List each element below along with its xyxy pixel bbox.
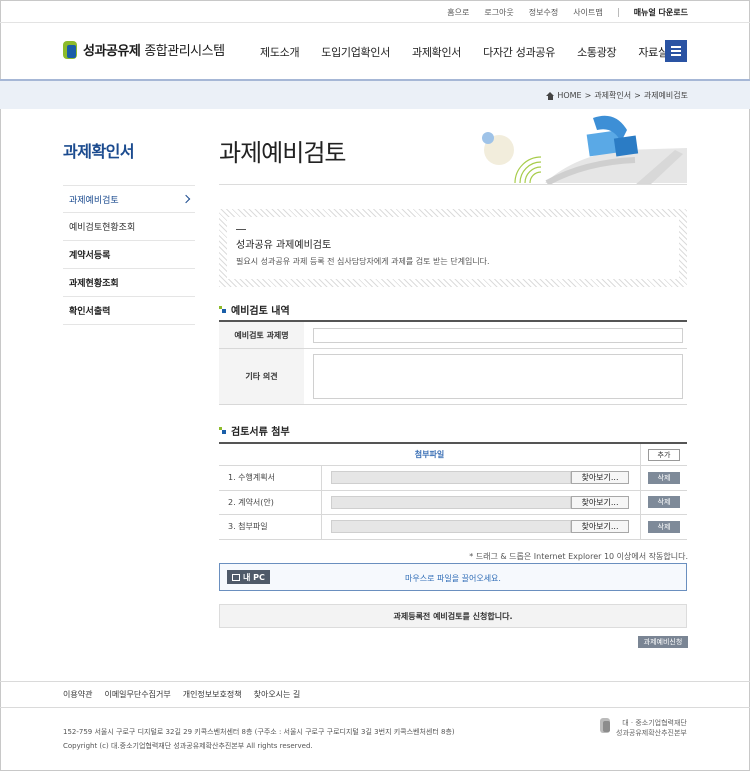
apply-pre-review-button[interactable]: 과제예비신청 xyxy=(638,636,688,648)
util-link-logout[interactable]: 로그아웃 xyxy=(484,7,513,18)
org-name-line2: 성과공유제확산추진본부 xyxy=(616,729,687,737)
nav-item-intro[interactable]: 제도소개 xyxy=(260,44,300,60)
breadcrumb-home[interactable]: HOME xyxy=(557,91,581,100)
logo-main-text: 성과공유제 xyxy=(83,44,141,59)
section-bullet-icon xyxy=(219,306,226,313)
footer-link-email-policy[interactable]: 이메일무단수집거부 xyxy=(104,689,170,700)
intro-box: 성과공유 과제예비검토 필요시 성과공유 과제 등록 전 심사담당자에게 과제를… xyxy=(219,209,687,287)
attachment-header-row: 첨부파일 추가 xyxy=(219,444,687,466)
footer-divider-bottom xyxy=(0,707,750,708)
intro-title: 성과공유 과제예비검토 xyxy=(236,240,332,251)
nav-item-company-cert[interactable]: 도입기업확인서 xyxy=(321,44,390,60)
field-label-comment: 기타 의견 xyxy=(219,349,304,404)
logo-icon xyxy=(63,40,79,59)
footer-links: 이용약관 이메일무단수집거부 개인정보보호정책 찾아오시는 길 xyxy=(63,689,300,700)
breadcrumb-separator: > xyxy=(584,91,592,100)
attachment-table: 첨부파일 추가 1. 수행계획서 찾아보기... 삭제 2. 계약서(안) 찾아… xyxy=(219,442,687,540)
breadcrumb-level1[interactable]: 과제확인서 xyxy=(594,90,631,101)
header-illustration xyxy=(482,115,687,185)
footer-link-privacy[interactable]: 개인정보보호정책 xyxy=(183,689,242,700)
sidebar-item-contract-register[interactable]: 계약서등록 xyxy=(63,241,195,269)
project-name-input[interactable] xyxy=(313,328,683,343)
file-path-field[interactable] xyxy=(331,495,571,509)
breadcrumb-level2[interactable]: 과제예비검토 xyxy=(644,90,688,101)
hamburger-icon xyxy=(671,46,681,48)
footer-link-directions[interactable]: 찾아오시는 길 xyxy=(254,689,301,700)
logo-sub-text: 종합관리시스템 xyxy=(144,44,225,59)
section-attach-header: 검토서류 첨부 xyxy=(219,423,290,438)
field-label-project-name: 예비검토 과제명 xyxy=(219,322,304,348)
attachment-label: 3. 첨부파일 xyxy=(219,515,322,539)
attachment-row: 2. 계약서(안) 찾아보기... 삭제 xyxy=(219,490,687,515)
delete-file-button[interactable]: 삭제 xyxy=(648,520,680,533)
sidebar-item-pre-review[interactable]: 과제예비검토 xyxy=(63,185,195,213)
util-link-sitemap[interactable]: 사이트맵 xyxy=(573,7,602,18)
attachment-header: 첨부파일 xyxy=(219,444,641,465)
nav-item-resources[interactable]: 자료실 xyxy=(638,44,668,60)
util-link-edit-info[interactable]: 정보수정 xyxy=(529,7,558,18)
intro-description: 필요시 성과공유 과제 등록 전 심사담당자에게 과제를 검토 받는 단계입니다… xyxy=(236,257,490,266)
browse-button[interactable]: 찾아보기... xyxy=(571,520,629,534)
sidebar-item-label: 확인서출력 xyxy=(69,307,111,317)
file-path-field[interactable] xyxy=(331,520,571,534)
breadcrumb-separator: > xyxy=(634,91,641,100)
apply-message-bar: 과제등록전 예비검토를 신청합니다. xyxy=(219,604,687,628)
sidebar: 과제예비검토 예비검토현황조회 계약서등록 과제현황조회 확인서출력 xyxy=(63,185,195,325)
attachment-label: 1. 수행계획서 xyxy=(219,466,322,490)
footer-copyright: Copyright (c) 대.중소기업협력재단 성과공유제확산추진본부 All… xyxy=(63,742,313,750)
intro-dash xyxy=(236,229,246,230)
page-title: 과제예비검토 xyxy=(219,139,346,167)
footer-link-terms[interactable]: 이용약관 xyxy=(63,689,92,700)
nav-item-multilateral[interactable]: 다자간 성과공유 xyxy=(483,44,555,60)
sidebar-item-label: 과제현황조회 xyxy=(69,279,119,289)
section-bullet-icon xyxy=(219,427,226,434)
sidebar-item-label: 예비검토현황조회 xyxy=(69,223,136,233)
sidebar-title: 과제확인서 xyxy=(63,142,135,161)
org-name-line1: 대 · 중소기업협력재단 xyxy=(622,719,687,727)
sidebar-item-label: 계약서등록 xyxy=(69,251,111,261)
util-divider xyxy=(617,8,619,17)
comment-textarea[interactable] xyxy=(313,354,683,399)
sidebar-item-review-status[interactable]: 예비검토현황조회 xyxy=(63,213,195,241)
home-icon xyxy=(546,91,555,100)
footer-org-logo: 대 · 중소기업협력재단 성과공유제확산추진본부 xyxy=(600,718,687,738)
attachment-label: 2. 계약서(안) xyxy=(219,490,322,514)
browse-button[interactable]: 찾아보기... xyxy=(571,495,629,509)
sidebar-item-cert-print[interactable]: 확인서출력 xyxy=(63,297,195,325)
footer-address: 152-759 서울시 구로구 디지털로 32길 29 키콕스벤처센터 8층 (… xyxy=(63,728,455,736)
util-link-home[interactable]: 홈으로 xyxy=(447,7,469,18)
delete-file-button[interactable]: 삭제 xyxy=(648,496,680,509)
sidebar-item-project-status[interactable]: 과제현황조회 xyxy=(63,269,195,297)
section-title: 검토서류 첨부 xyxy=(231,427,290,438)
manual-download-link[interactable]: 매뉴얼 다운로드 xyxy=(634,7,688,18)
logo-text: 성과공유제 종합관리시스템 xyxy=(83,40,225,59)
drag-drop-note: * 드래그 & 드롭은 Internet Explorer 10 이상에서 작동… xyxy=(469,552,688,561)
dropzone-text: 마우스로 파일을 끌어오세요. xyxy=(405,574,501,583)
section-title: 예비검토 내역 xyxy=(231,306,290,317)
main-nav: 제도소개 도입기업확인서 과제확인서 다자간 성과공유 소통광장 자료실 xyxy=(260,44,690,60)
nav-item-project-cert[interactable]: 과제확인서 xyxy=(412,44,461,60)
pre-review-form: 예비검토 과제명 기타 의견 xyxy=(219,320,687,405)
site-logo[interactable]: 성과공유제 종합관리시스템 xyxy=(63,40,225,59)
browse-button[interactable]: 찾아보기... xyxy=(571,471,629,485)
file-dropzone[interactable]: 내 PC 마우스로 파일을 끌어오세요. xyxy=(219,563,687,591)
breadcrumb: HOME > 과제확인서 > 과제예비검토 xyxy=(546,90,688,101)
section-pre-review-header: 예비검토 내역 xyxy=(219,302,290,317)
form-row-project-name: 예비검토 과제명 xyxy=(219,322,687,349)
chevron-right-icon xyxy=(181,194,191,204)
hamburger-menu-button[interactable] xyxy=(665,40,687,62)
attachment-row: 3. 첨부파일 찾아보기... 삭제 xyxy=(219,515,687,540)
delete-file-button[interactable]: 삭제 xyxy=(648,471,680,484)
util-divider-line xyxy=(0,22,750,23)
add-file-button[interactable]: 추가 xyxy=(648,448,680,461)
nav-item-community[interactable]: 소통광장 xyxy=(577,44,617,60)
footer-divider-top xyxy=(0,681,750,682)
title-divider xyxy=(219,184,687,185)
org-logo-icon xyxy=(600,718,612,734)
form-row-comment: 기타 의견 xyxy=(219,349,687,405)
sidebar-item-label: 과제예비검토 xyxy=(69,195,119,206)
utility-bar: 홈으로 로그아웃 정보수정 사이트맵 매뉴얼 다운로드 xyxy=(447,7,688,18)
attachment-row: 1. 수행계획서 찾아보기... 삭제 xyxy=(219,466,687,491)
file-path-field[interactable] xyxy=(331,471,571,485)
